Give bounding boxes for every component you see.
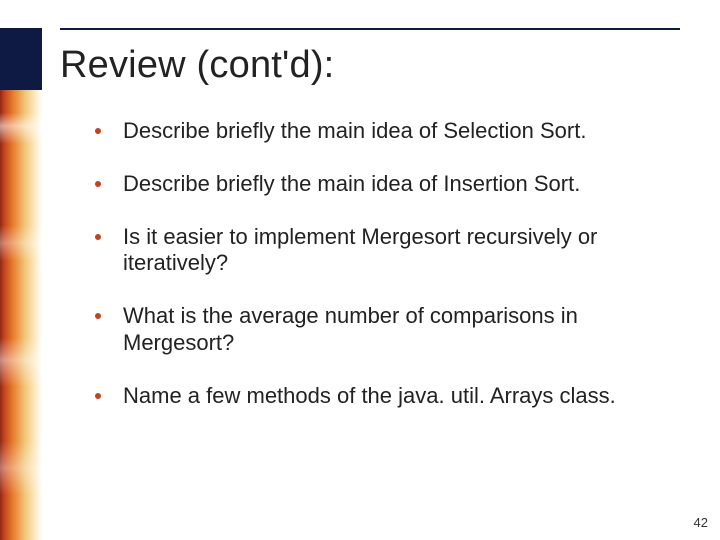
bullet-text: Describe briefly the main idea of Select… — [123, 118, 586, 143]
title-divider — [60, 28, 680, 30]
bullet-text: Describe briefly the main idea of Insert… — [123, 171, 580, 196]
list-item: What is the average number of comparison… — [95, 303, 670, 357]
list-item: Is it easier to implement Mergesort recu… — [95, 224, 670, 278]
bullet-icon — [95, 393, 101, 399]
list-item: Describe briefly the main idea of Select… — [95, 118, 670, 145]
bullet-text: Is it easier to implement Mergesort recu… — [123, 224, 597, 276]
sidebar-orange-gradient — [0, 90, 42, 540]
list-item: Describe briefly the main idea of Insert… — [95, 171, 670, 198]
bullet-icon — [95, 128, 101, 134]
bullet-text: What is the average number of comparison… — [123, 303, 578, 355]
bullet-icon — [95, 234, 101, 240]
bullet-list: Describe briefly the main idea of Select… — [95, 118, 670, 410]
bullet-icon — [95, 181, 101, 187]
content-area: Describe briefly the main idea of Select… — [95, 118, 670, 436]
bullet-text: Name a few methods of the java. util. Ar… — [123, 383, 616, 408]
slide: Review (cont'd): Describe briefly the ma… — [0, 0, 720, 540]
bullet-icon — [95, 313, 101, 319]
slide-title: Review (cont'd): — [60, 44, 334, 87]
sidebar-top-gap — [0, 0, 42, 28]
page-number: 42 — [694, 515, 708, 530]
sidebar-decoration — [0, 0, 42, 540]
list-item: Name a few methods of the java. util. Ar… — [95, 383, 670, 410]
sidebar-navy-block — [0, 28, 42, 90]
